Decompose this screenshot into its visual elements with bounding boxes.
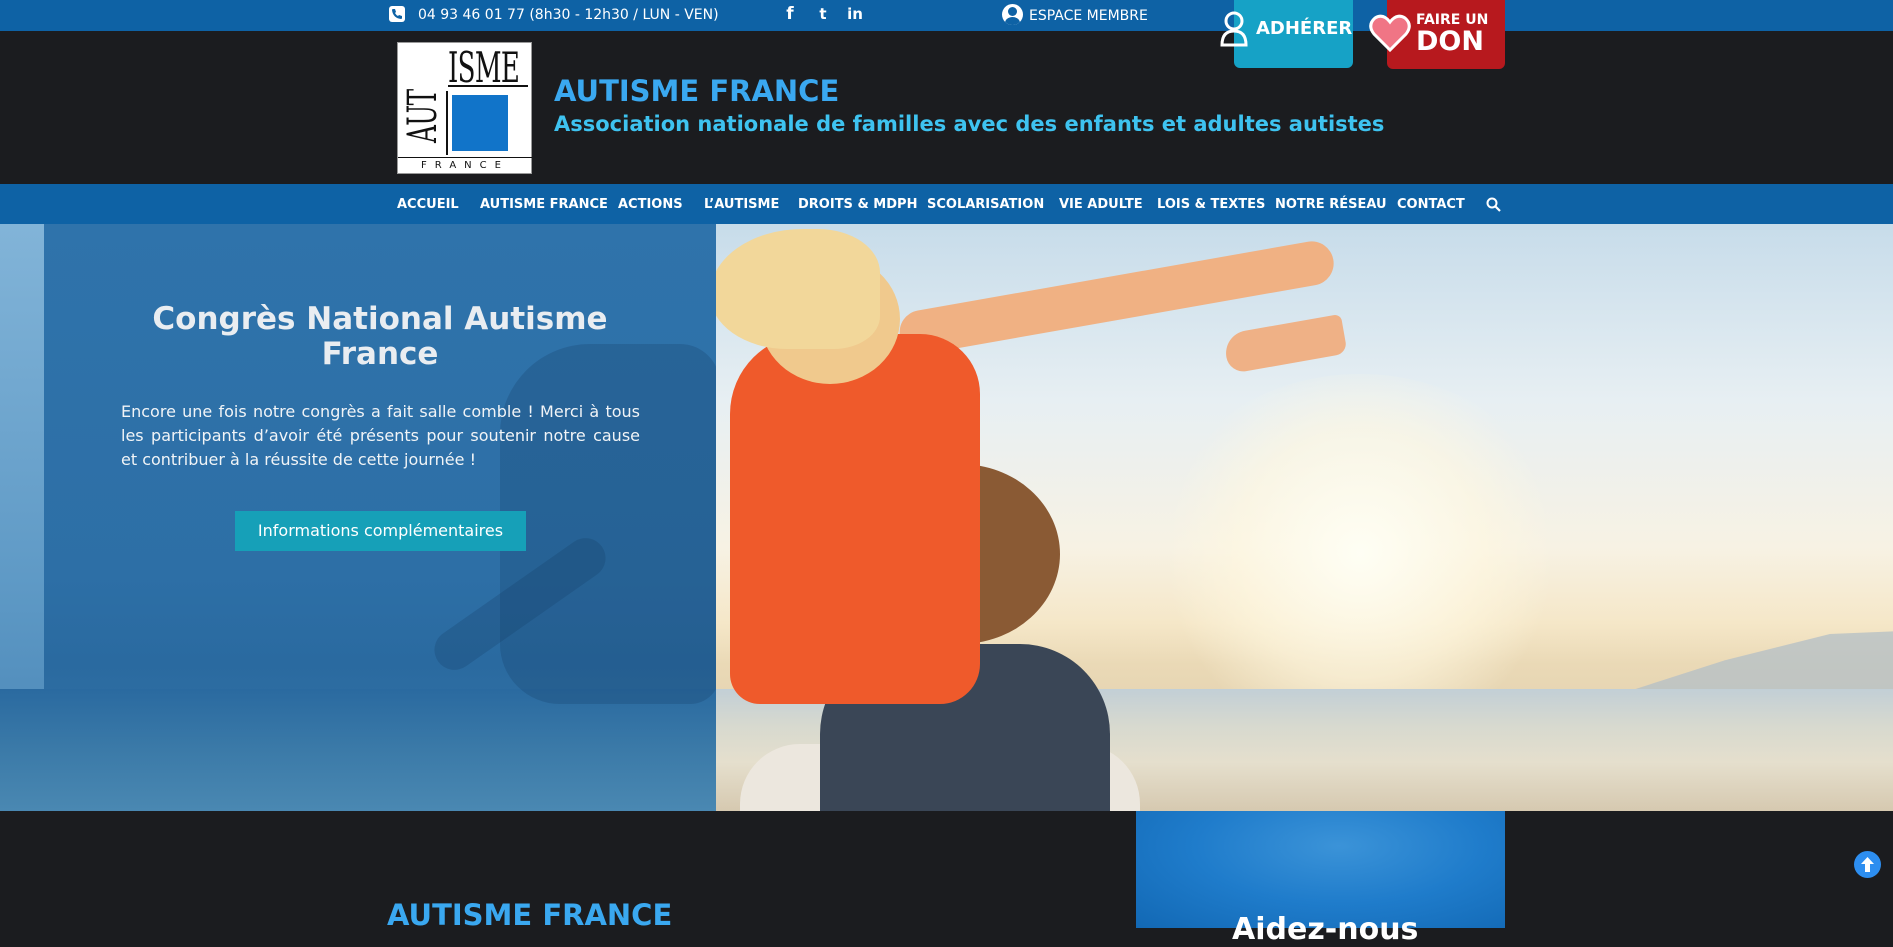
site-title[interactable]: AUTISME FRANCE <box>554 74 839 108</box>
nav-item-autisme-france[interactable]: AUTISME FRANCE <box>480 197 608 212</box>
hero-caption-panel: Congrès National Autisme France Encore u… <box>0 224 716 811</box>
logo-side-text: AUT <box>400 89 446 143</box>
hero-panel-sea <box>0 689 716 811</box>
scroll-to-top-button[interactable] <box>1854 851 1881 878</box>
hero-title: Congrès National Autisme France <box>152 301 608 372</box>
nav-item-lautisme[interactable]: L’AUTISME <box>704 197 779 212</box>
site-tagline: Association nationale de familles avec d… <box>554 112 1385 136</box>
nav-item-accueil[interactable]: ACCUEIL <box>397 197 459 212</box>
member-area-link[interactable]: ESPACE MEMBRE <box>1029 8 1148 24</box>
hero-photo-mountain <box>1620 630 1893 694</box>
nav-item-droits-mdph[interactable]: DROITS & MDPH <box>798 197 917 212</box>
more-info-button[interactable]: Informations complémentaires <box>235 511 526 551</box>
logo-rule <box>446 91 448 155</box>
phone-number[interactable]: 04 93 46 01 77 (8h30 - 12h30 / LUN - VEN… <box>418 7 719 23</box>
twitter-icon[interactable]: t <box>812 3 834 25</box>
logo-bottom-text: FRANCE <box>421 160 509 171</box>
linkedin-icon[interactable]: in <box>844 3 866 25</box>
site-logo[interactable]: ISME AUT FRANCE <box>397 42 532 174</box>
top-bar: 04 93 46 01 77 (8h30 - 12h30 / LUN - VEN… <box>0 0 1893 31</box>
hero-text: Encore une fois notre congrès a fait sal… <box>121 402 640 469</box>
nav-item-lois-textes[interactable]: LOIS & TEXTES <box>1157 197 1265 212</box>
hero-photo-figure <box>710 229 880 349</box>
arrow-up-icon <box>1861 857 1874 872</box>
main-nav: ACCUEIL AUTISME FRANCE ACTIONS L’AUTISME… <box>0 184 1893 224</box>
user-circle-icon[interactable] <box>1002 4 1023 25</box>
hero-slider: Congrès National Autisme France Encore u… <box>0 224 1893 811</box>
nav-item-notre-reseau[interactable]: NOTRE RÉSEAU <box>1275 197 1387 212</box>
heart-icon <box>1369 14 1411 53</box>
facebook-icon[interactable]: f <box>779 3 801 25</box>
nav-item-actions[interactable]: ACTIONS <box>618 197 683 212</box>
hero-panel-figure <box>500 344 716 704</box>
join-label[interactable]: ADHÉRER <box>1256 18 1352 39</box>
search-icon[interactable] <box>1486 197 1501 212</box>
help-us-box[interactable] <box>1136 811 1505 928</box>
help-us-title[interactable]: Aidez-nous <box>1232 912 1418 947</box>
donate-big-label[interactable]: DON <box>1416 26 1484 57</box>
phone-icon <box>389 6 405 22</box>
hero-photo-figure <box>730 334 980 704</box>
logo-rule <box>398 157 532 158</box>
logo-rule <box>448 85 528 87</box>
member-icon <box>1220 11 1248 47</box>
section-title: AUTISME FRANCE <box>387 898 673 932</box>
hero-photo-figure <box>1222 313 1348 375</box>
nav-item-vie-adulte[interactable]: VIE ADULTE <box>1059 197 1143 212</box>
hero-photo-sun <box>1150 374 1570 734</box>
nav-item-scolarisation[interactable]: SCOLARISATION <box>927 197 1044 212</box>
logo-square <box>452 95 508 151</box>
nav-item-contact[interactable]: CONTACT <box>1397 197 1465 212</box>
